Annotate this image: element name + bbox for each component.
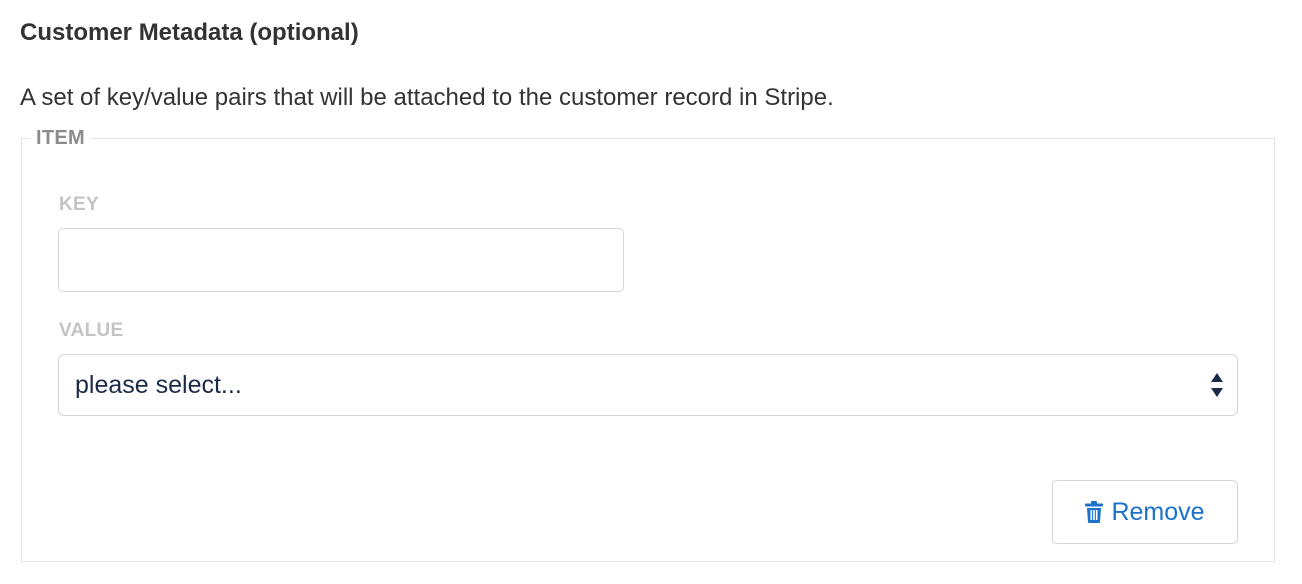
remove-button[interactable]: Remove bbox=[1052, 480, 1238, 544]
key-label: KEY bbox=[59, 194, 99, 215]
remove-button-label: Remove bbox=[1111, 497, 1205, 526]
trash-icon bbox=[1085, 501, 1104, 523]
section-title: Customer Metadata (optional) bbox=[20, 19, 359, 46]
select-updown-icon bbox=[1211, 373, 1223, 397]
value-label: VALUE bbox=[59, 320, 124, 341]
section-description: A set of key/value pairs that will be at… bbox=[20, 84, 834, 111]
item-legend: ITEM bbox=[30, 124, 91, 152]
key-input[interactable] bbox=[58, 228, 624, 292]
value-select-text: please select... bbox=[75, 371, 242, 399]
value-select[interactable]: please select... bbox=[58, 354, 1238, 416]
